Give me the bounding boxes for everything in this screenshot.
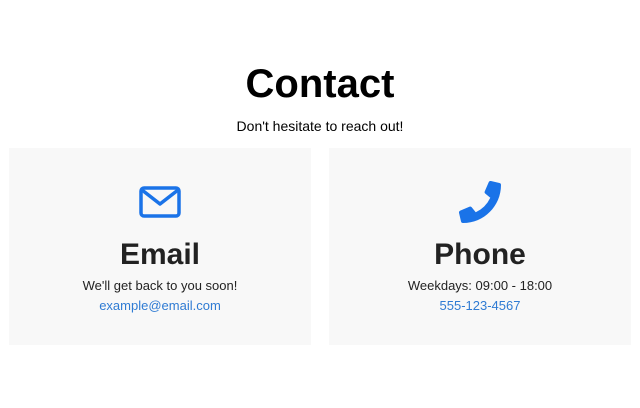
email-card: Email We'll get back to you soon! exampl… [9, 148, 311, 345]
phone-card-title: Phone [434, 238, 526, 271]
email-card-description: We'll get back to you soon! [82, 278, 238, 293]
email-card-title: Email [119, 238, 201, 271]
page-subtitle: Don't hesitate to reach out! [236, 118, 404, 134]
email-link[interactable]: example@email.com [9, 297, 311, 315]
phone-icon [329, 179, 631, 225]
page-title: Contact [245, 62, 395, 106]
envelope-icon [9, 179, 311, 225]
phone-card: Phone Weekdays: 09:00 - 18:00 555-123-45… [329, 148, 631, 345]
phone-link[interactable]: 555-123-4567 [329, 297, 631, 315]
contact-page: Contact Don't hesitate to reach out! Ema… [0, 0, 640, 408]
phone-card-description: Weekdays: 09:00 - 18:00 [407, 278, 553, 293]
